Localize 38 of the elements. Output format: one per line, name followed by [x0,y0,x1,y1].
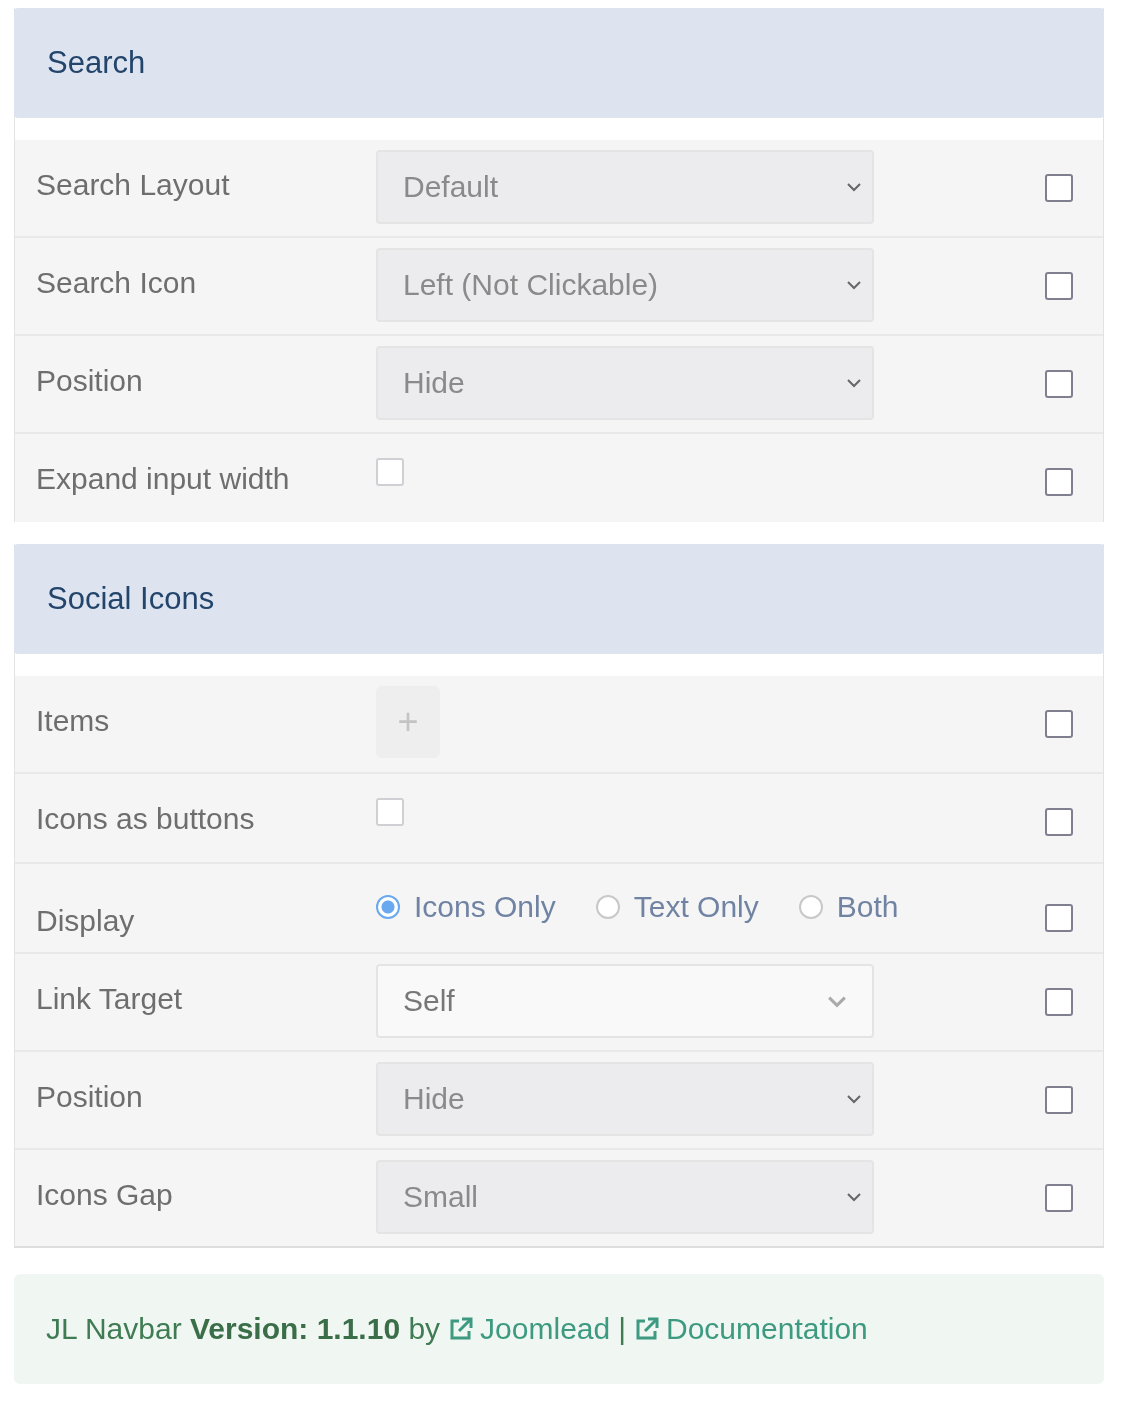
checkbox[interactable] [376,458,404,486]
external-link-icon [634,1316,660,1342]
chevron-down-icon [846,182,862,192]
checkbox[interactable] [1045,904,1073,932]
field-label: Search Icon [36,265,198,300]
radio-label[interactable]: Text Only [633,890,759,924]
radio-button[interactable] [798,895,823,919]
field-label: Expand input width [36,461,291,496]
field-label: Items [36,703,111,738]
section-title: Social Icons [47,581,215,617]
section-title: Search [47,45,146,81]
checkbox[interactable] [1045,988,1073,1016]
footer-link[interactable]: Joomlead [448,1312,611,1346]
radio-label[interactable]: Icons Only [414,890,556,924]
radio-label[interactable]: Both [836,890,899,924]
chevron-down-icon [846,1192,862,1202]
radio-button[interactable] [595,895,620,919]
select-field[interactable]: Self [376,964,874,1038]
chevron-down-icon [846,1094,862,1104]
field-label: Position [36,1079,144,1114]
field-label: Search Layout [36,167,231,202]
field-label: Icons Gap [36,1177,174,1212]
field-label: Icons as buttons [36,801,256,836]
chevron-down-icon [826,994,848,1008]
field-label: Position [36,363,144,398]
checkbox[interactable] [376,798,404,826]
footer-link[interactable]: Documentation [634,1312,868,1346]
checkbox[interactable] [1045,808,1073,836]
field-label: Link Target [36,981,184,1016]
separator-text: | [618,1312,626,1346]
checkbox[interactable] [1045,710,1073,738]
field-label: Display [36,903,136,938]
external-link-icon [448,1316,475,1342]
radio-button[interactable] [376,895,400,919]
version-text: JL Navbar Version: 1.1.10 by [46,1312,441,1346]
chevron-down-icon [846,280,862,290]
checkbox[interactable] [1045,468,1073,496]
chevron-down-icon [846,378,862,388]
